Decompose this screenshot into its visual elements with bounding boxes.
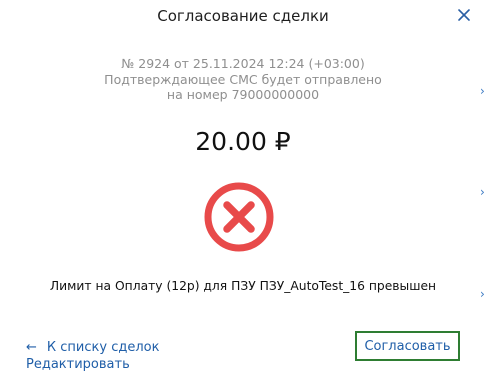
chevron-right-icon: ›	[480, 84, 485, 98]
edit-link[interactable]: Редактировать	[26, 357, 130, 372]
sms-notice: Подтверждающее СМС будет отправлено	[104, 71, 382, 87]
back-link-label: К списку сделок	[46, 340, 160, 355]
deal-amount: 20.00 ₽	[195, 127, 291, 156]
close-icon[interactable]	[453, 4, 475, 26]
deal-meta: № 2924 от 25.11.2024 12:24 (+03:00) Подт…	[0, 56, 486, 103]
sms-phone: на номер 79000000000	[166, 87, 320, 102]
deal-info: № 2924 от 25.11.2024 12:24 (+03:00)	[121, 56, 365, 71]
arrow-left-icon: ←	[26, 340, 37, 355]
chevron-right-icon: ›	[480, 185, 485, 199]
dialog-title: Согласование сделки	[157, 7, 329, 25]
approve-button[interactable]: Согласовать	[355, 331, 460, 361]
back-to-deals-link[interactable]: ← К списку сделок	[26, 340, 159, 355]
error-message: Лимит на Оплату (12р) для ПЗУ ПЗУ_AutoTe…	[49, 279, 437, 293]
chevron-right-icon: ›	[480, 287, 485, 301]
error-circle-icon	[204, 182, 274, 252]
